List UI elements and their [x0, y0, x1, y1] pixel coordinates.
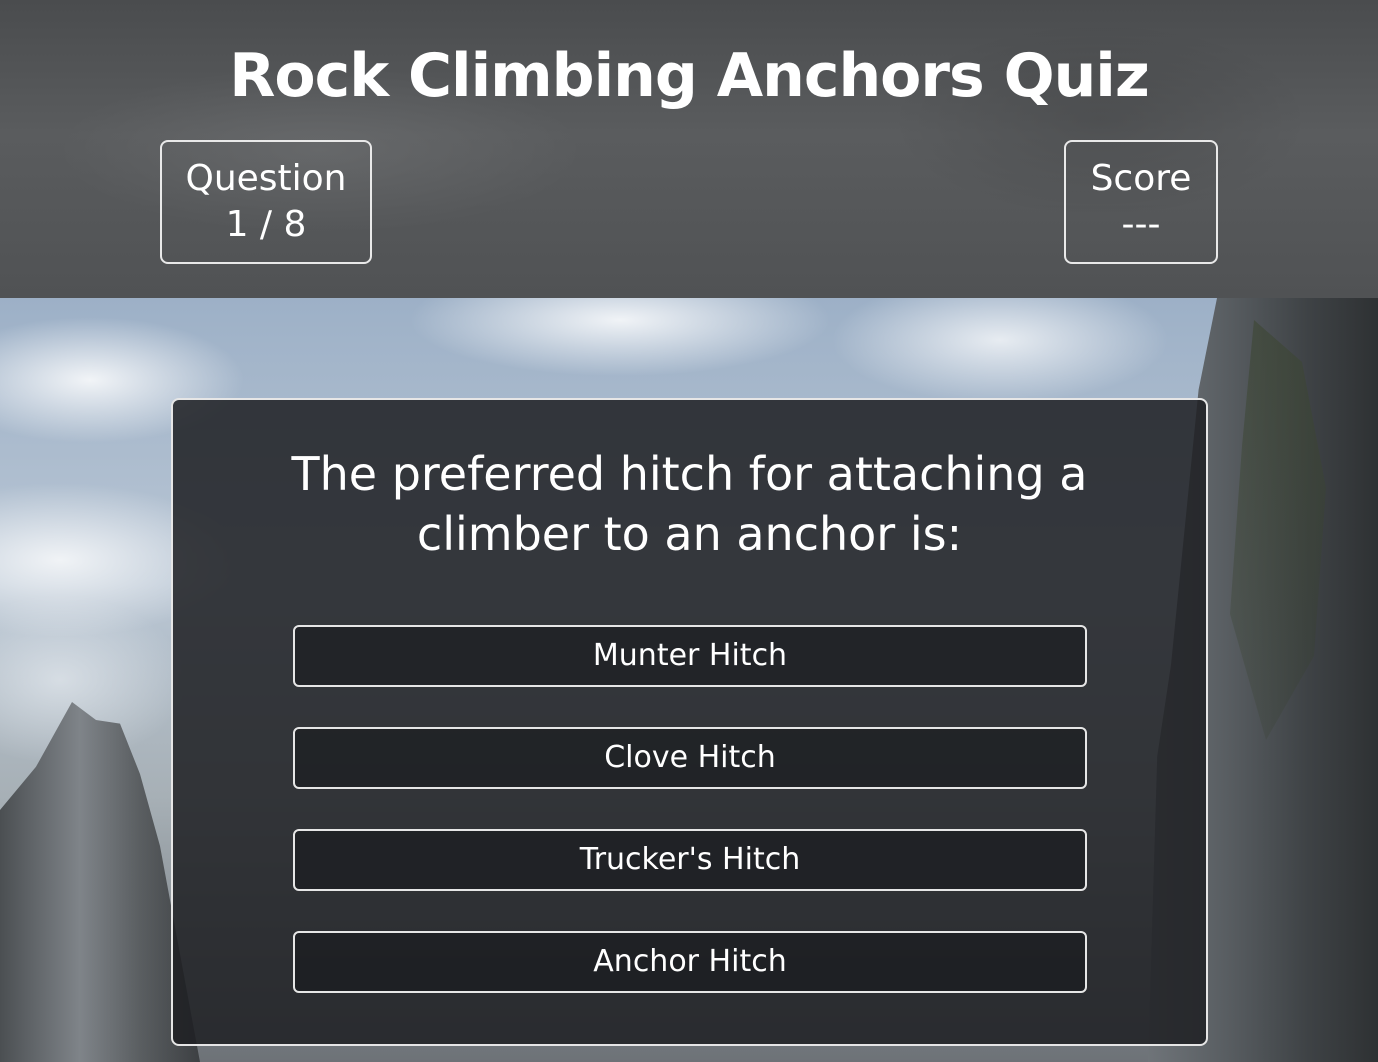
answer-button-4[interactable]: Anchor Hitch [293, 931, 1087, 993]
score-label: Score [1090, 158, 1192, 199]
question-counter-value: 1 / 8 [225, 204, 307, 245]
score-value: --- [1121, 204, 1161, 245]
answer-button-1[interactable]: Munter Hitch [293, 625, 1087, 687]
question-text: The preferred hitch for attaching a clim… [291, 447, 1088, 561]
question-counter-label: Question [185, 158, 347, 199]
page-title: Rock Climbing Anchors Quiz [229, 41, 1150, 111]
quiz-card: The preferred hitch for attaching a clim… [171, 398, 1208, 1046]
question-counter-box: Question 1 / 8 [160, 140, 372, 264]
score-box: Score --- [1064, 140, 1218, 264]
answer-button-2[interactable]: Clove Hitch [293, 727, 1087, 789]
header-bar: Rock Climbing Anchors Quiz Question 1 / … [0, 0, 1378, 298]
background-trees [1230, 320, 1326, 740]
background-cliff-left [0, 702, 200, 1062]
answer-button-3[interactable]: Trucker's Hitch [293, 829, 1087, 891]
